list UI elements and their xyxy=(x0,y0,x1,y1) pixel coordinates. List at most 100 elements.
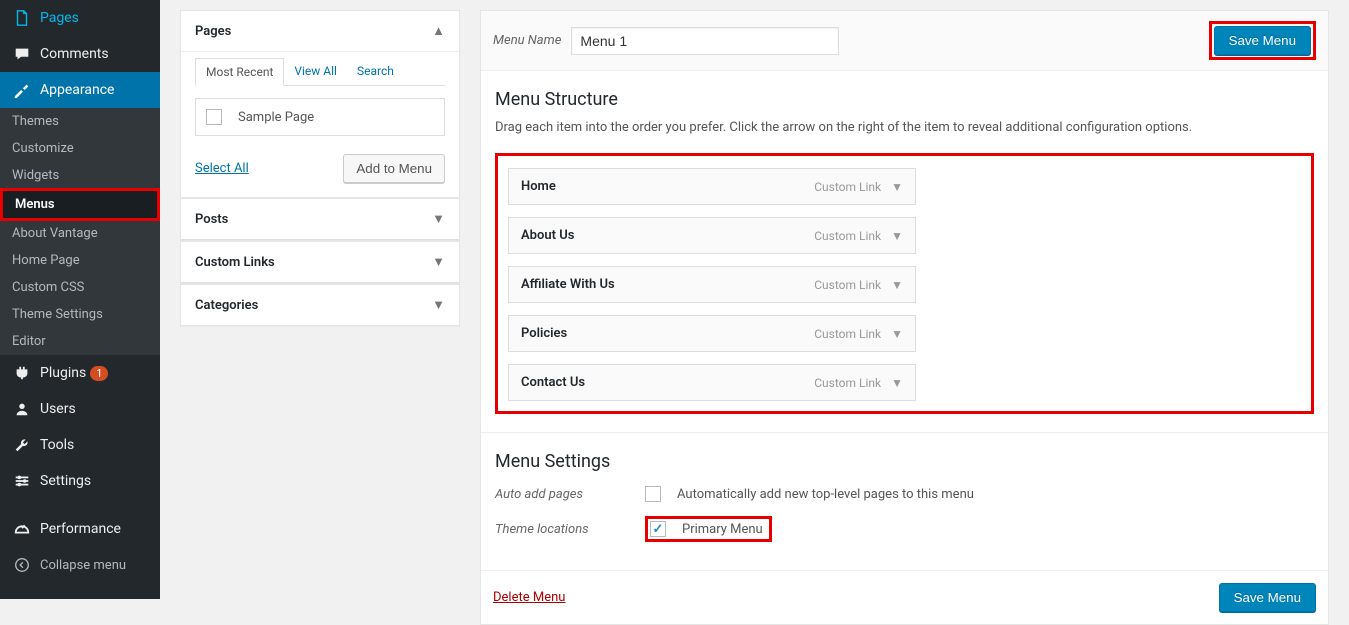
submenu-menus[interactable]: Menus xyxy=(0,188,160,221)
menu-structure-title: Menu Structure xyxy=(495,89,1314,110)
tab-view-all[interactable]: View All xyxy=(284,58,347,85)
menu-item-contact-us[interactable]: Contact Us Custom Link▼ xyxy=(508,364,916,401)
accordion-title: Posts xyxy=(195,212,228,227)
caret-down-icon: ▼ xyxy=(432,297,445,313)
sidebar-item-plugins[interactable]: Plugins 1 xyxy=(0,355,160,391)
menu-item-title: Affiliate With Us xyxy=(521,277,615,292)
sidebar-item-appearance[interactable]: Appearance xyxy=(0,72,160,108)
highlight-menu-items: Home Custom Link▼ About Us Custom Link▼ … xyxy=(495,153,1314,414)
menu-edit-panel: Menu Name Save Menu Menu Structure Drag … xyxy=(480,10,1329,625)
divider xyxy=(481,432,1328,433)
accordion-title: Pages xyxy=(195,24,231,39)
caret-down-icon[interactable]: ▼ xyxy=(891,229,903,243)
caret-down-icon: ▼ xyxy=(432,254,445,270)
collapse-label: Collapse menu xyxy=(40,558,126,573)
content-area: Pages ▲ Most Recent View All Search Samp… xyxy=(160,0,1349,599)
menu-body: Menu Structure Drag each item into the o… xyxy=(481,89,1328,570)
accordion-title: Categories xyxy=(195,298,258,313)
submenu-customize[interactable]: Customize xyxy=(0,135,160,162)
auto-add-row: Auto add pages Automatically add new top… xyxy=(495,486,1314,502)
save-menu-button-top[interactable]: Save Menu xyxy=(1214,26,1311,55)
appearance-icon xyxy=(12,80,32,100)
pages-icon xyxy=(12,8,32,28)
highlight-save-top: Save Menu xyxy=(1209,21,1316,60)
comments-icon xyxy=(12,44,32,64)
sidebar-label: Appearance xyxy=(40,82,114,98)
add-to-menu-button[interactable]: Add to Menu xyxy=(343,154,445,183)
select-all-link[interactable]: Select All xyxy=(195,161,249,176)
primary-menu-checkbox[interactable]: Primary Menu xyxy=(650,521,763,537)
caret-down-icon: ▼ xyxy=(432,211,445,227)
sidebar-item-comments[interactable]: Comments xyxy=(0,36,160,72)
accordion-body-pages: Most Recent View All Search Sample Page … xyxy=(181,58,459,197)
accordion-posts: Posts ▼ xyxy=(180,198,460,241)
sidebar-item-tools[interactable]: Tools xyxy=(0,427,160,463)
submenu-themes[interactable]: Themes xyxy=(0,108,160,135)
sidebar-label: Tools xyxy=(40,437,74,453)
accordion-header-categories[interactable]: Categories ▼ xyxy=(181,285,459,325)
submenu-home-page[interactable]: Home Page xyxy=(0,247,160,274)
caret-up-icon: ▲ xyxy=(432,23,445,39)
accordion-pages: Pages ▲ Most Recent View All Search Samp… xyxy=(180,10,460,198)
page-list: Sample Page xyxy=(195,98,445,136)
auto-add-text: Automatically add new top-level pages to… xyxy=(677,487,974,502)
menu-item-about-us[interactable]: About Us Custom Link▼ xyxy=(508,217,916,254)
accordion-header-custom-links[interactable]: Custom Links ▼ xyxy=(181,242,459,283)
menu-item-home[interactable]: Home Custom Link▼ xyxy=(508,168,916,205)
page-checkbox-sample[interactable]: Sample Page xyxy=(206,109,434,125)
submenu-widgets[interactable]: Widgets xyxy=(0,162,160,189)
pages-actions: Select All Add to Menu xyxy=(195,154,445,183)
auto-add-checkbox[interactable]: Automatically add new top-level pages to… xyxy=(645,486,974,502)
caret-down-icon[interactable]: ▼ xyxy=(891,180,903,194)
accordion-custom-links: Custom Links ▼ xyxy=(180,241,460,284)
sidebar-item-pages[interactable]: Pages xyxy=(0,0,160,36)
sidebar-item-users[interactable]: Users xyxy=(0,391,160,427)
plugins-badge: 1 xyxy=(90,366,108,381)
sidebar-item-performance[interactable]: Performance xyxy=(0,511,160,547)
sidebar-label: Comments xyxy=(40,46,109,62)
collapse-icon xyxy=(12,555,32,575)
sidebar-label: Plugins xyxy=(40,365,86,381)
checkbox-icon[interactable] xyxy=(645,486,661,502)
menu-item-meta: Custom Link▼ xyxy=(814,327,903,341)
settings-icon xyxy=(12,471,32,491)
save-menu-button-bottom[interactable]: Save Menu xyxy=(1219,583,1316,612)
tab-search[interactable]: Search xyxy=(347,58,404,85)
page-item-label: Sample Page xyxy=(238,110,314,125)
sidebar-item-settings[interactable]: Settings xyxy=(0,463,160,499)
primary-menu-text: Primary Menu xyxy=(682,522,763,537)
pages-tabs: Most Recent View All Search xyxy=(195,58,445,86)
sidebar-label: Performance xyxy=(40,521,121,537)
accordion-header-posts[interactable]: Posts ▼ xyxy=(181,199,459,240)
menu-item-title: Contact Us xyxy=(521,375,585,390)
menu-item-title: About Us xyxy=(521,228,574,243)
menu-item-affiliate[interactable]: Affiliate With Us Custom Link▼ xyxy=(508,266,916,303)
submenu-theme-settings[interactable]: Theme Settings xyxy=(0,301,160,328)
menu-item-meta: Custom Link▼ xyxy=(814,278,903,292)
menu-structure-desc: Drag each item into the order you prefer… xyxy=(495,120,1314,135)
accordion-header-pages[interactable]: Pages ▲ xyxy=(181,11,459,52)
menu-item-title: Home xyxy=(521,179,556,194)
sidebar-label: Pages xyxy=(40,10,79,26)
checkbox-icon[interactable] xyxy=(206,109,222,125)
submenu-about-vantage[interactable]: About Vantage xyxy=(0,220,160,247)
add-items-column: Pages ▲ Most Recent View All Search Samp… xyxy=(180,10,460,589)
submenu-editor[interactable]: Editor xyxy=(0,328,160,355)
checkbox-checked-icon[interactable] xyxy=(650,521,666,537)
accordion-title: Custom Links xyxy=(195,255,275,270)
caret-down-icon[interactable]: ▼ xyxy=(891,376,903,390)
menu-item-meta: Custom Link▼ xyxy=(814,180,903,194)
menu-item-policies[interactable]: Policies Custom Link▼ xyxy=(508,315,916,352)
plugins-icon xyxy=(12,363,32,383)
highlight-primary-menu: Primary Menu xyxy=(645,516,772,542)
theme-locations-label: Theme locations xyxy=(495,522,645,537)
submenu-custom-css[interactable]: Custom CSS xyxy=(0,274,160,301)
menu-name-input[interactable] xyxy=(571,27,839,55)
delete-menu-link[interactable]: Delete Menu xyxy=(493,590,565,605)
tab-most-recent[interactable]: Most Recent xyxy=(195,58,284,86)
caret-down-icon[interactable]: ▼ xyxy=(891,278,903,292)
menu-name-wrap: Menu Name xyxy=(493,27,839,55)
sidebar-label: Users xyxy=(40,401,76,417)
collapse-menu[interactable]: Collapse menu xyxy=(0,547,160,583)
caret-down-icon[interactable]: ▼ xyxy=(891,327,903,341)
